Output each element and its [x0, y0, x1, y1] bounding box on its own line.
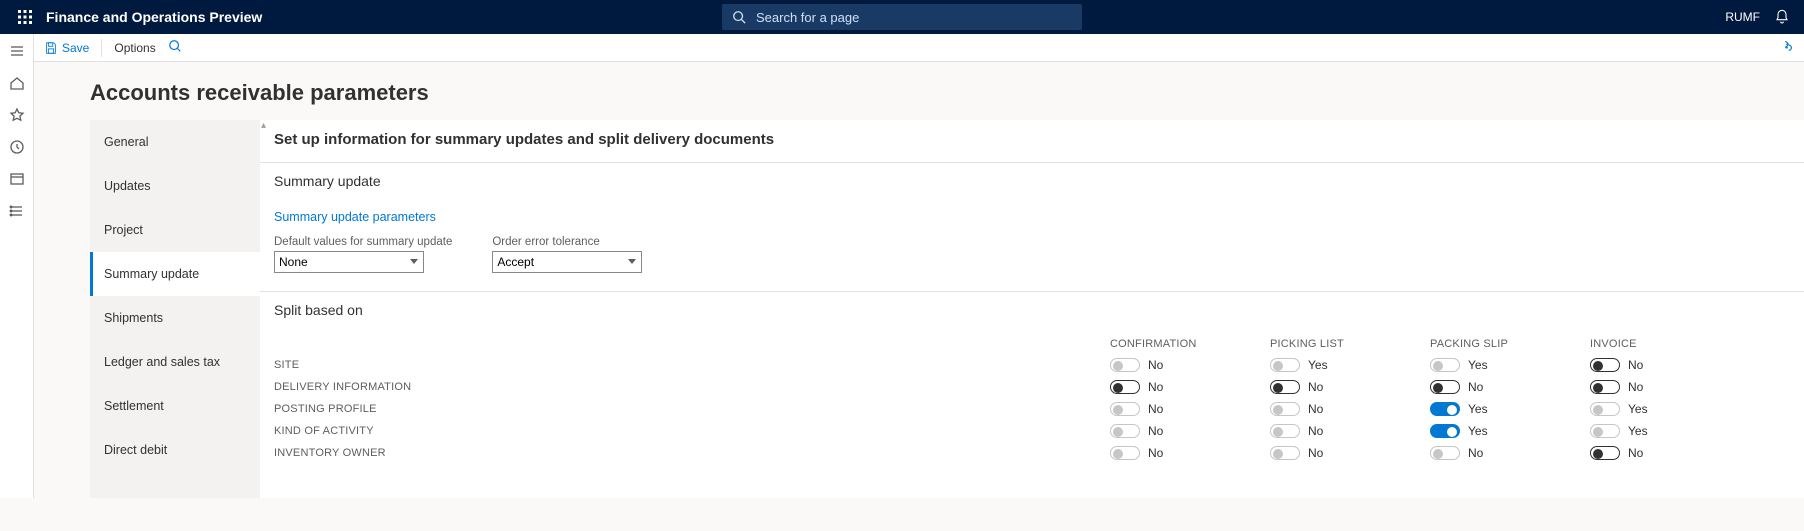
section-split-title: Split based on: [274, 302, 1790, 318]
toggle-value: No: [1308, 402, 1323, 416]
toggle[interactable]: [1430, 424, 1460, 438]
row-site: SITE: [274, 359, 1110, 371]
default-values-select[interactable]: None: [274, 251, 424, 273]
options-label: Options: [114, 41, 155, 55]
default-values-label: Default values for summary update: [274, 236, 452, 248]
toggle[interactable]: [1590, 446, 1620, 460]
action-search-icon[interactable]: [168, 39, 182, 56]
waffle-icon[interactable]: [8, 10, 42, 24]
save-button[interactable]: Save: [44, 41, 89, 55]
toggle-value: No: [1148, 446, 1163, 460]
split-grid: CONFIRMATIONPICKING LISTPACKING SLIPINVO…: [274, 338, 1790, 460]
toggle[interactable]: [1270, 446, 1300, 460]
vtab-project[interactable]: Project: [90, 208, 260, 252]
vtab-shipments[interactable]: Shipments: [90, 296, 260, 340]
action-bar: Save Options: [34, 34, 1804, 62]
col-packing-slip: PACKING SLIP: [1430, 338, 1590, 350]
toggle-value: Yes: [1628, 402, 1648, 416]
toggle-value: Yes: [1468, 402, 1488, 416]
toggle-value: No: [1308, 380, 1323, 394]
toggle-value: Yes: [1308, 358, 1328, 372]
options-button[interactable]: Options: [114, 41, 155, 55]
search-icon: [732, 10, 746, 24]
vertical-tabs: ▴ GeneralUpdatesProjectSummary updateShi…: [90, 120, 260, 498]
toggle[interactable]: [1270, 358, 1300, 372]
modules-icon[interactable]: [8, 202, 26, 220]
toggle-value: No: [1628, 446, 1643, 460]
toggle[interactable]: [1270, 402, 1300, 416]
global-search[interactable]: [722, 4, 1082, 30]
row-posting-profile: POSTING PROFILE: [274, 403, 1110, 415]
toggle-value: No: [1308, 446, 1323, 460]
notifications-icon[interactable]: [1774, 9, 1790, 25]
row-delivery-information: DELIVERY INFORMATION: [274, 381, 1110, 393]
recent-icon[interactable]: [8, 138, 26, 156]
page-description: Set up information for summary updates a…: [274, 131, 1790, 148]
row-inventory-owner: INVENTORY OWNER: [274, 447, 1110, 459]
toggle-value: No: [1148, 402, 1163, 416]
brand-title: Finance and Operations Preview: [46, 9, 262, 25]
save-icon: [44, 41, 58, 55]
toggle[interactable]: [1110, 358, 1140, 372]
toggle[interactable]: [1430, 358, 1460, 372]
toggle-value: Yes: [1468, 424, 1488, 438]
toggle[interactable]: [1270, 424, 1300, 438]
page-title: Accounts receivable parameters: [34, 62, 1804, 120]
toggle[interactable]: [1430, 446, 1460, 460]
favorites-icon[interactable]: [8, 106, 26, 124]
home-icon[interactable]: [8, 74, 26, 92]
toggle[interactable]: [1590, 402, 1620, 416]
col-confirmation: CONFIRMATION: [1110, 338, 1270, 350]
toggle-value: No: [1468, 446, 1483, 460]
toggle-value: No: [1148, 424, 1163, 438]
content-area: Set up information for summary updates a…: [260, 120, 1804, 498]
toggle-value: Yes: [1628, 424, 1648, 438]
toggle[interactable]: [1110, 402, 1140, 416]
divider: [101, 39, 102, 57]
row-kind-of-activity: KIND OF ACTIVITY: [274, 425, 1110, 437]
vtab-direct-debit[interactable]: Direct debit: [90, 428, 260, 472]
nav-toggle-icon[interactable]: [8, 42, 26, 60]
vtab-general[interactable]: General: [90, 120, 260, 164]
toggle[interactable]: [1110, 446, 1140, 460]
vtab-summary-update[interactable]: Summary update: [90, 252, 260, 296]
toggle[interactable]: [1590, 380, 1620, 394]
toggle-value: No: [1308, 424, 1323, 438]
order-error-label: Order error tolerance: [492, 236, 642, 248]
left-rail: [0, 34, 34, 498]
toggle-value: No: [1628, 358, 1643, 372]
related-info-icon[interactable]: [1780, 39, 1794, 56]
col-invoice: INVOICE: [1590, 338, 1750, 350]
toggle[interactable]: [1110, 424, 1140, 438]
scroll-up-icon[interactable]: ▴: [261, 120, 266, 131]
toggle[interactable]: [1430, 380, 1460, 394]
col-picking-list: PICKING LIST: [1270, 338, 1430, 350]
vtab-updates[interactable]: Updates: [90, 164, 260, 208]
vtab-ledger-and-sales-tax[interactable]: Ledger and sales tax: [90, 340, 260, 384]
toggle-value: No: [1468, 380, 1483, 394]
save-label: Save: [62, 41, 89, 55]
vtab-settlement[interactable]: Settlement: [90, 384, 260, 428]
order-error-select[interactable]: Accept: [492, 251, 642, 273]
toggle[interactable]: [1270, 380, 1300, 394]
toggle-value: No: [1628, 380, 1643, 394]
summary-update-parameters-link[interactable]: Summary update parameters: [274, 210, 436, 224]
workspaces-icon[interactable]: [8, 170, 26, 188]
section-summary-title: Summary update: [274, 173, 1790, 189]
toggle[interactable]: [1590, 358, 1620, 372]
user-label[interactable]: RUMF: [1725, 10, 1760, 24]
toggle-value: Yes: [1468, 358, 1488, 372]
toggle[interactable]: [1430, 402, 1460, 416]
top-nav: Finance and Operations Preview RUMF: [0, 0, 1804, 34]
toggle-value: No: [1148, 380, 1163, 394]
toggle[interactable]: [1110, 380, 1140, 394]
global-search-input[interactable]: [754, 9, 1072, 26]
toggle-value: No: [1148, 358, 1163, 372]
toggle[interactable]: [1590, 424, 1620, 438]
